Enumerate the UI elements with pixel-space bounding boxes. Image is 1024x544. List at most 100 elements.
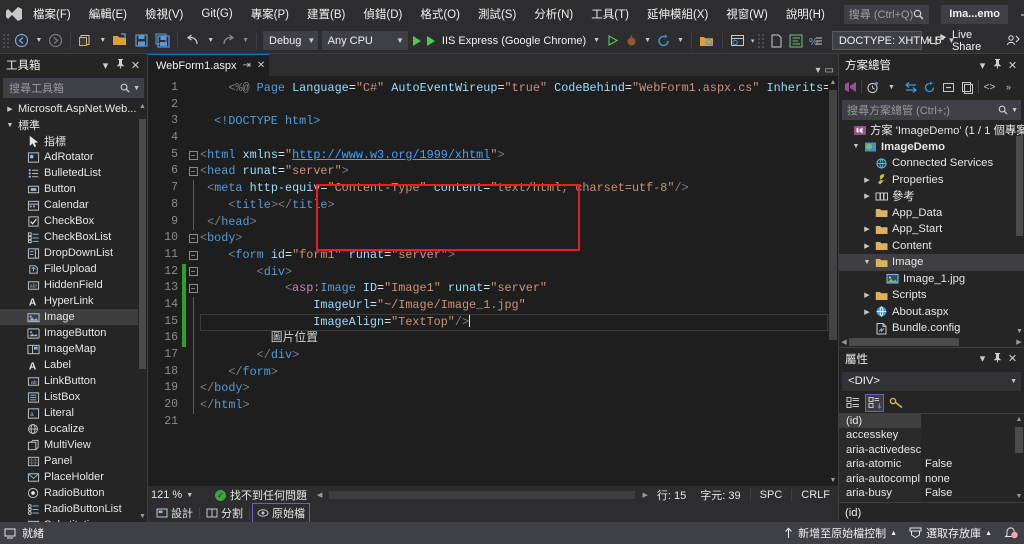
property-value[interactable] (921, 443, 1024, 458)
save-button[interactable] (131, 30, 152, 52)
toolbox-item-calendar[interactable]: Calendar (0, 197, 147, 213)
fold-cell[interactable]: − (186, 230, 200, 247)
editor-vertical-scrollbar[interactable]: ▲ ▼ (828, 76, 838, 486)
toolbox-item-linkbutton[interactable]: ab LinkButton (0, 373, 147, 389)
pending-changes-icon[interactable] (864, 78, 881, 96)
properties-scrollbar[interactable]: ▲ ▼ (1014, 413, 1024, 502)
solution-tree-item-app-start[interactable]: ▶ App_Start (839, 221, 1024, 238)
fold-cell[interactable]: − (186, 147, 200, 164)
scroll-down-icon[interactable]: ▼ (1015, 326, 1024, 337)
run-target-button[interactable]: IIS Express (Google Chrome) ▼ (424, 30, 603, 52)
tab-split[interactable]: 分割 (202, 504, 247, 522)
alphabetical-view-icon[interactable] (865, 393, 884, 412)
solution-tree-item-image-1-jpg[interactable]: Image_1.jpg (839, 271, 1024, 288)
toolbox-scroll-thumb[interactable] (139, 119, 146, 369)
chevron-right-icon[interactable]: ▶ (861, 176, 873, 184)
solution-explorer-close-button[interactable]: ✕ (1005, 59, 1020, 72)
code-line[interactable] (200, 414, 838, 431)
tab-source[interactable]: 原始檔 (252, 503, 310, 523)
toolbar-overflow-icon[interactable]: » (1000, 78, 1017, 96)
chevron-right-icon[interactable]: ▶ (861, 192, 873, 200)
line-ending-label[interactable]: CRLF (796, 489, 835, 501)
sync-with-active-document-icon[interactable] (902, 78, 919, 96)
code-line[interactable]: <%@ Page Language="C#" AutoEventWireup="… (200, 80, 838, 97)
menu-window[interactable]: 視窗(W) (717, 2, 777, 26)
toolbox-item-dropdownlist[interactable]: DropDownList (0, 245, 147, 261)
solution-tree-horizontal-scrollbar[interactable]: ◀ ▶ (839, 336, 1024, 347)
toolbox-item--[interactable]: 指標 (0, 133, 147, 149)
solution-configuration-combo[interactable]: Debug ▼ (263, 31, 318, 50)
properties-pin-button[interactable] (990, 352, 1005, 366)
solution-tree-scroll-thumb[interactable] (1016, 136, 1023, 236)
toolbox-item-listbox[interactable]: ListBox (0, 389, 147, 405)
navigate-back-dropdown[interactable]: ▼ (32, 30, 45, 52)
menu-build[interactable]: 建置(B) (298, 2, 354, 26)
split-view-icon[interactable]: ▭ (825, 65, 834, 76)
editor-scroll-thumb[interactable] (829, 90, 837, 340)
code-line[interactable]: </html> (200, 397, 838, 414)
toolbox-item-checkbox[interactable]: CheckBox (0, 213, 147, 229)
close-tab-icon[interactable]: ✕ (257, 60, 265, 71)
toolbox-item-fileupload[interactable]: FileUpload (0, 261, 147, 277)
property-value[interactable]: False (921, 457, 1024, 472)
scroll-up-icon[interactable]: ▲ (138, 101, 147, 112)
scroll-down-icon[interactable]: ▼ (138, 511, 147, 522)
show-all-files-icon[interactable] (959, 78, 976, 96)
document-tab-webform1[interactable]: WebForm1.aspx ⇥ ✕ (148, 54, 270, 76)
restart-button[interactable] (654, 30, 674, 52)
toolbox-item-bulletedlist[interactable]: BulletedList (0, 165, 147, 181)
view-code-icon[interactable]: <> (981, 78, 998, 96)
solution-tree-item-bundle-config[interactable]: Bundle.config (839, 320, 1024, 337)
toolbox-item-adrotator[interactable]: AdRotator (0, 149, 147, 165)
menu-view[interactable]: 檢視(V) (136, 2, 192, 26)
toolbar-overflow-button[interactable]: ▾ (924, 30, 934, 52)
toolbox-item-imagebutton[interactable]: ImageButton (0, 325, 147, 341)
property-row[interactable]: aria-busy False (839, 486, 1024, 501)
code-line[interactable]: <!DOCTYPE html> (200, 113, 838, 130)
code-line[interactable]: <asp:Image ID="Image1" runat="server" (200, 280, 838, 297)
solution-tree-item-properties[interactable]: ▶ Properties (839, 172, 1024, 189)
menu-test[interactable]: 測試(S) (469, 2, 525, 26)
menu-analyze[interactable]: 分析(N) (525, 2, 582, 26)
fold-cell[interactable]: − (186, 280, 200, 297)
code-line[interactable]: </body> (200, 380, 838, 397)
menu-format[interactable]: 格式(O) (411, 2, 469, 26)
solution-tree-item-image[interactable]: ▼ Image (839, 254, 1024, 271)
add-to-source-control-button[interactable]: 新增至原始檔控制 ▲ (783, 525, 897, 541)
new-project-button[interactable] (75, 30, 96, 52)
page-inspector-button[interactable] (727, 30, 748, 52)
properties-scroll-thumb[interactable] (1015, 426, 1023, 453)
chevron-right-icon[interactable]: ▶ (861, 308, 873, 316)
save-all-button[interactable] (152, 30, 173, 52)
fold-cell[interactable]: − (186, 163, 200, 180)
doctype-combo[interactable]: DOCTYPE: XHTML5 ▼ (831, 31, 955, 50)
property-value[interactable]: False (921, 486, 1024, 501)
toolbar-grip-2[interactable] (757, 32, 765, 49)
properties-object-combo[interactable]: <DIV> ▼ (842, 371, 1021, 391)
format-document-button[interactable] (786, 30, 806, 52)
code-folding-column[interactable]: − − − − − − (186, 76, 200, 486)
minimize-button[interactable] (1008, 0, 1024, 28)
solution-explorer-menu-button[interactable]: ▾ (975, 59, 990, 72)
toolbox-group-microsoft-aspnet-web-[interactable]: ▶ Microsoft.AspNet.Web... (0, 101, 147, 117)
solution-tree-item-[interactable]: ▶ 參考 (839, 188, 1024, 205)
toolbox-item-substitution[interactable]: abSubstitution (0, 517, 147, 522)
redo-dropdown[interactable]: ▼ (239, 30, 252, 52)
toolbox-item-imagemap[interactable]: ImageMap (0, 341, 147, 357)
toolbox-item-panel[interactable]: Panel (0, 453, 147, 469)
pending-changes-dropdown[interactable]: ▼ (883, 78, 900, 96)
solution-tree-item-connected-services[interactable]: Connected Services (839, 155, 1024, 172)
properties-grid[interactable]: (id) accesskey aria-activedesce aria-atomic… (839, 413, 1024, 502)
notifications-button[interactable] (1004, 525, 1020, 541)
code-line[interactable]: <form id="form1" runat="server"> (200, 247, 838, 264)
chevron-down-icon[interactable]: ▼ (850, 143, 862, 150)
collapse-region-icon[interactable]: − (188, 167, 198, 177)
toolbox-scrollbar[interactable]: ▲ ▼ (138, 101, 147, 522)
live-share-feedback-icon[interactable] (1006, 34, 1020, 47)
solution-tree-item-scripts[interactable]: ▶ Scripts (839, 287, 1024, 304)
start-without-debugging-button[interactable] (603, 30, 622, 52)
browser-preview-button[interactable] (696, 30, 718, 52)
solution-tree-item-app-data[interactable]: App_Data (839, 205, 1024, 222)
collapse-all-icon[interactable] (940, 78, 957, 96)
toolbox-menu-button[interactable]: ▾ (98, 59, 113, 72)
